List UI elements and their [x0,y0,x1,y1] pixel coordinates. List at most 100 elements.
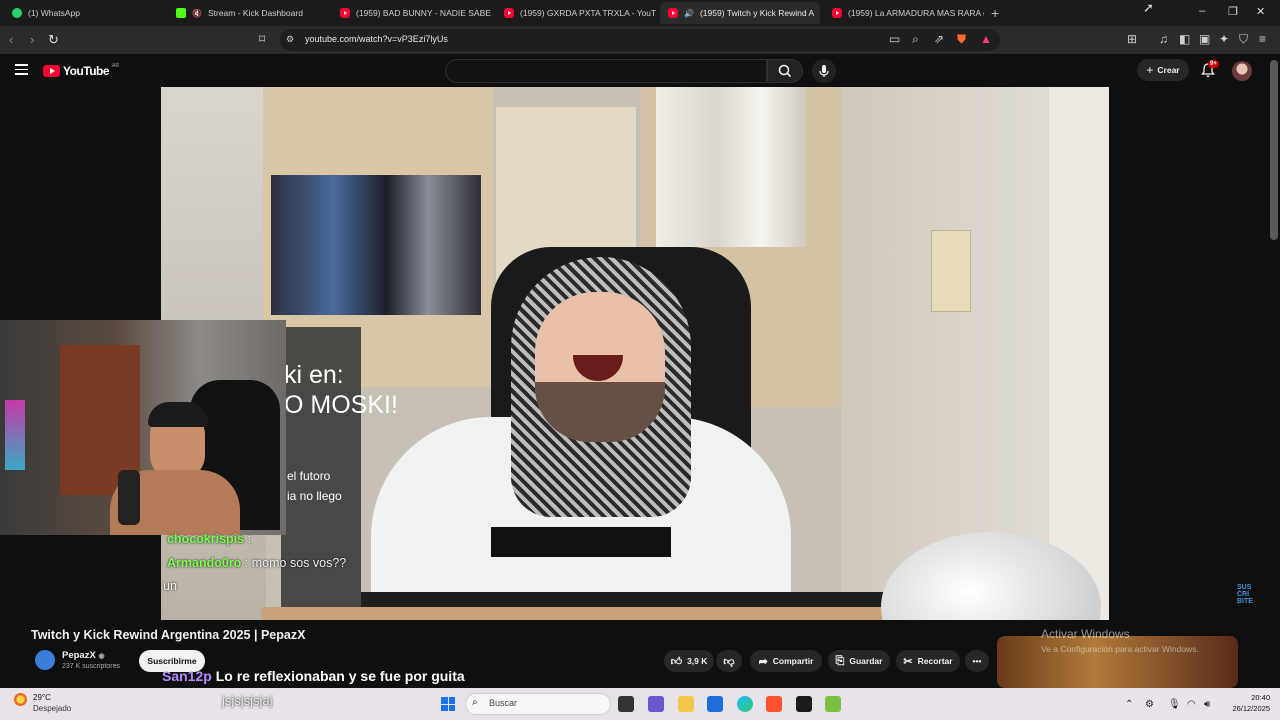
brave-icon[interactable] [766,696,782,712]
weather-sun-icon[interactable] [14,693,27,706]
tab-twitch-kick-rewind[interactable]: 🔊 (1959) Twitch y Kick Rewind A ✕ [660,2,820,24]
url-text[interactable]: youtube.com/watch?v=vP3Ezi7lyUs [305,34,448,44]
tab-title: Stream - Kick Dashboard [207,8,303,18]
close-window-button[interactable]: ✕ [1256,5,1265,18]
search-box[interactable] [445,59,767,83]
cast-icon[interactable]: ▭ [889,32,900,46]
subscriber-count: 237 K suscriptores [62,663,120,670]
create-button[interactable]: + Crear [1137,59,1189,81]
page-scrollbar[interactable] [1270,60,1278,240]
whatsapp-icon [12,8,22,18]
channel-avatar[interactable] [35,650,55,670]
tab-title: (1959) Twitch y Kick Rewind A [699,8,815,18]
youtube-wordmark: YouTube [63,64,110,78]
clock-date[interactable]: 26/12/2025 [1228,704,1270,713]
youtube-icon [832,8,842,18]
banner-extra-text: jsjsjsjsjaj [222,693,273,708]
tray-overflow-icon[interactable]: ⌃ [1125,699,1133,710]
maximize-button[interactable]: ❐ [1228,5,1238,18]
forward-icon[interactable]: › [30,32,34,47]
new-tab-button[interactable]: + [991,5,999,21]
speaker-muted-icon: 🔇 [192,8,202,18]
store-icon[interactable] [707,696,723,712]
search-button[interactable] [767,59,803,83]
subscribe-watermark[interactable]: SUS CRI BITE [1237,584,1253,605]
overlay-text-2: O MOSKI! [284,391,398,419]
chat-message-1: chocokrispis : [167,532,252,546]
browser-tab-strip: (1) WhatsApp 🔇 Stream - Kick Dashboard (… [0,0,1280,26]
start-button[interactable] [441,697,455,711]
clip-label: Recortar [917,656,953,666]
zoom-icon[interactable]: ⌕ [912,32,919,47]
scissors-icon: ✂ [903,655,913,668]
wifi-icon[interactable]: ◠ [1187,699,1196,710]
youtube-logo[interactable]: YouTube AR [43,63,119,78]
sidebar-icon[interactable]: ◧ [1179,32,1190,46]
like-count: 3,9 K [687,656,708,666]
thumbs-down-icon: 👎︎ [723,655,735,668]
minimize-button[interactable]: – [1199,5,1205,17]
microphone-icon [819,65,829,77]
save-button[interactable]: ⎘ Guardar [828,650,890,672]
tab-title: (1959) GXRDA PXTA TRXLA - YouTub [520,8,656,18]
vpn-icon[interactable]: ⛉ [1239,32,1248,47]
windows-activation-title: Activar Windows [1041,627,1130,641]
tray-app-icon[interactable]: ⚙ [1145,699,1154,710]
taskbar-search[interactable] [465,693,611,715]
webcam-microphone [118,470,140,525]
search-icon [778,64,792,78]
back-icon[interactable]: ‹ [9,32,13,47]
channel-name[interactable]: PepazX ◉ [62,650,105,661]
channel-name-text: PepazX [62,650,96,661]
teams-icon[interactable] [648,696,664,712]
brave-rewards-icon[interactable]: ▲ [980,32,992,46]
android-app-icon[interactable] [825,696,841,712]
edge-icon[interactable] [737,696,753,712]
tab-title: (1959) La ARMADURA MAS RARA de [848,8,984,18]
hamburger-menu-icon[interactable] [15,64,28,75]
chat-message-3: un [163,579,177,593]
clip-button[interactable]: ✂ Recortar [896,650,960,672]
clock-time[interactable]: 20:40 [1240,693,1270,702]
windows-activation-text: Ve a Configuración para activar Windows. [1041,644,1199,654]
dislike-button[interactable]: 👎︎ [716,650,742,672]
voice-search-button[interactable] [812,59,836,83]
overlay-text-1: ki en: [284,361,344,389]
leo-ai-icon[interactable]: ✦ [1219,32,1229,46]
more-actions-button[interactable]: ••• [965,650,989,672]
tab-whatsapp[interactable]: (1) WhatsApp [4,2,164,24]
tab-kick-dashboard[interactable]: 🔇 Stream - Kick Dashboard [168,2,328,24]
tray-mic-icon[interactable]: 🎙︎ [1168,699,1181,710]
more-dots-icon: ••• [972,656,982,666]
temperature[interactable]: 29°C [33,693,51,702]
brave-shields-icon[interactable]: ⛊ [957,32,966,47]
file-explorer-icon[interactable] [678,696,694,712]
youtube-icon [504,8,514,18]
bookmark-save-icon: ⎘ [835,654,845,667]
tab-gxrda[interactable]: (1959) GXRDA PXTA TRXLA - YouTub [496,2,656,24]
media-icon[interactable]: ♫ [1159,32,1168,46]
mouse-cursor-icon: ➚ [1143,0,1154,15]
volume-icon[interactable]: 🔊︎ [1204,699,1210,710]
webcam-rgb-light [5,400,25,470]
video-player[interactable]: ki en: O MOSKI! el futoro ia no llego [161,87,1109,620]
bookmark-icon[interactable]: ⌑ [259,32,265,46]
reload-icon[interactable]: ↻ [48,32,59,48]
task-view-icon[interactable] [618,696,634,712]
share-page-icon[interactable]: ⇗ [934,32,944,46]
share-button[interactable]: ➦ Compartir [750,650,822,672]
tab-armadura[interactable]: (1959) La ARMADURA MAS RARA de [824,2,984,24]
create-label: Crear [1157,65,1180,75]
app-icon[interactable] [796,696,812,712]
tab-title: (1) WhatsApp [28,8,80,18]
site-info-icon[interactable]: ⚙ [286,34,294,45]
chat-text: momo sos vos?? [251,556,347,570]
wallet-icon[interactable]: ▣ [1199,32,1210,46]
like-button[interactable]: 👍︎ 3,9 K [664,650,714,672]
tab-search-icon[interactable]: ⊞ [1127,32,1137,46]
subtitle-banner: San12p Lo re reflexionaban y se fue por … [162,668,465,684]
weather-description[interactable]: Despejado [33,704,71,713]
menu-icon[interactable]: ≡ [1259,32,1266,46]
tab-bad-bunny[interactable]: (1959) BAD BUNNY - NADIE SABE (V [332,2,492,24]
account-avatar[interactable] [1232,61,1252,81]
